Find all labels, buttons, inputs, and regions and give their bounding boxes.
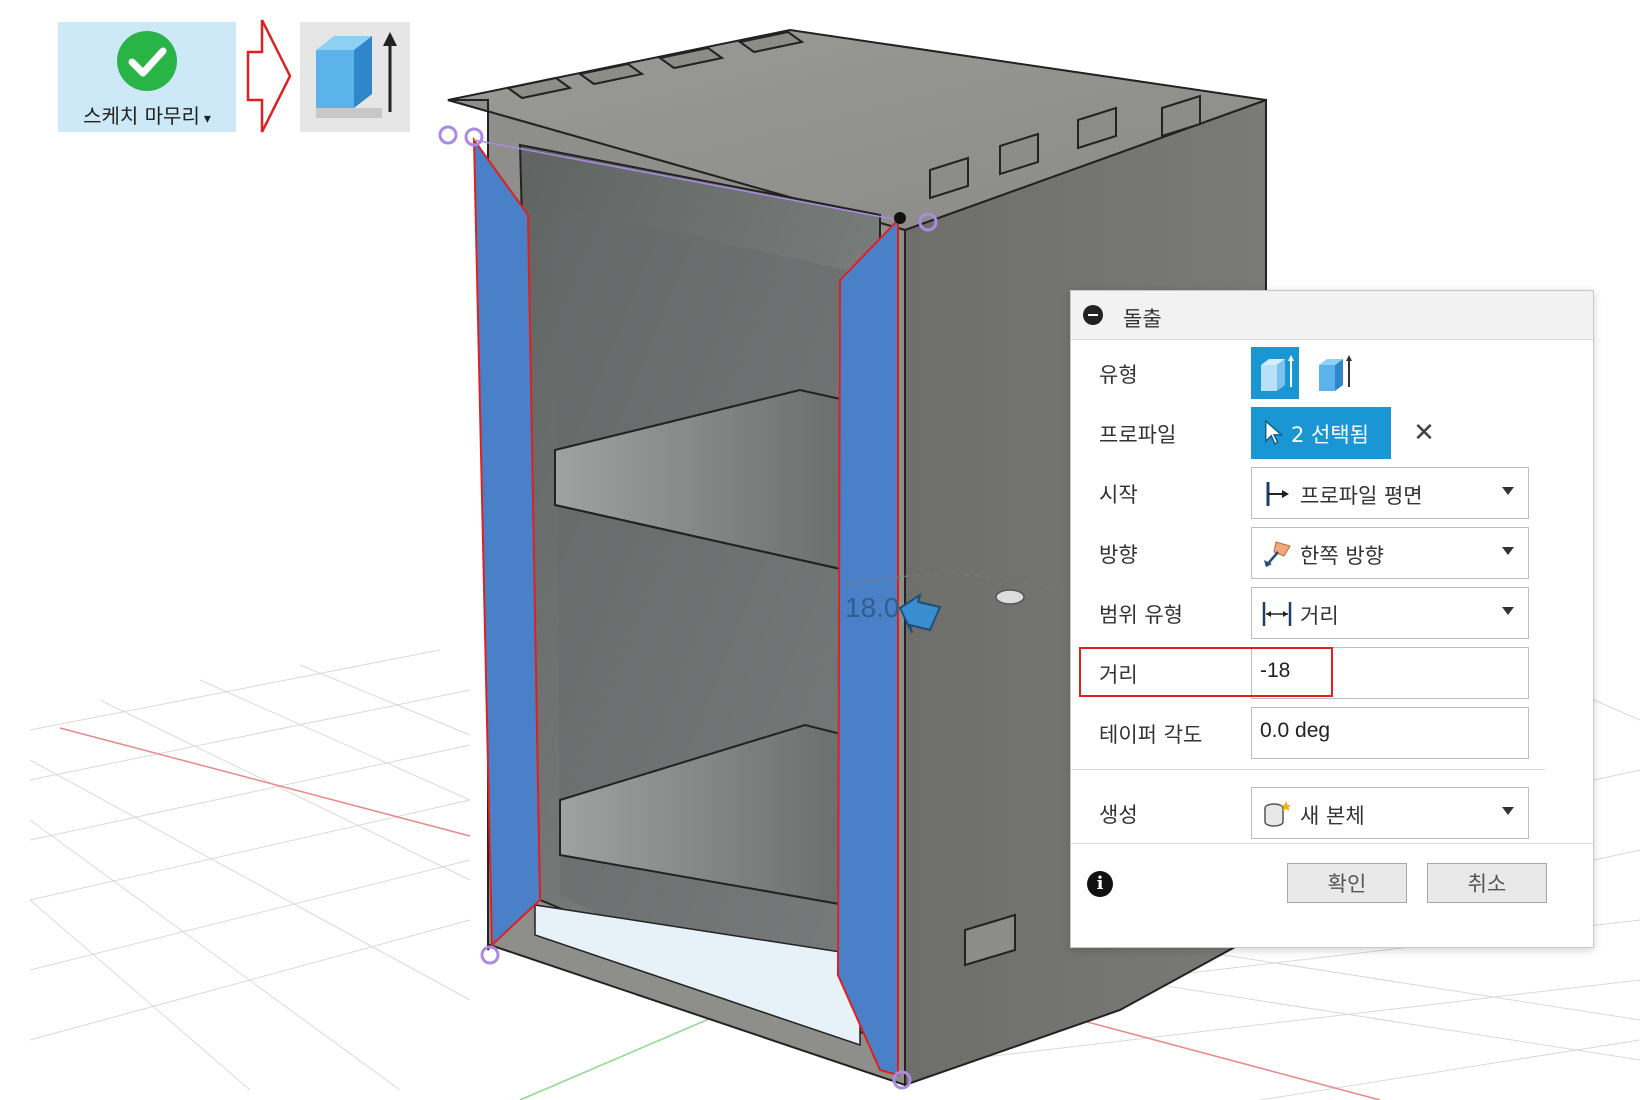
finish-sketch-button[interactable]: 스케치 마무리 ▾ [58, 22, 236, 132]
arrow-right-outline-icon [246, 19, 292, 133]
extrude-tool-button[interactable] [300, 22, 410, 132]
direction-label: 방향 [1099, 543, 1138, 567]
operation-label: 생성 [1099, 803, 1138, 827]
cancel-button[interactable]: 취소 [1427, 863, 1547, 903]
type-thin-button[interactable] [1309, 347, 1357, 399]
dropdown-caret-icon [1502, 547, 1514, 555]
type-solid-button[interactable] [1251, 347, 1299, 399]
start-value: 프로파일 평면 [1300, 484, 1423, 508]
operation-select[interactable]: 새 본체 [1251, 787, 1529, 839]
start-label: 시작 [1099, 483, 1138, 507]
taper-angle-field[interactable] [1251, 707, 1529, 759]
operation-value: 새 본체 [1300, 804, 1365, 828]
profile-selection-text: 2 선택됨 [1291, 423, 1369, 447]
extent-type-select[interactable]: 거리 [1251, 587, 1529, 639]
profile-label: 프로파일 [1099, 423, 1177, 447]
finish-sketch-label: 스케치 마무리 [83, 104, 200, 128]
info-icon[interactable]: i [1087, 871, 1113, 897]
collapse-icon[interactable] [1083, 305, 1103, 325]
extrude-icon [1261, 355, 1294, 391]
dimension-value-label: 18.0 [845, 592, 900, 623]
new-body-icon [1264, 801, 1291, 827]
extent-type-value: 거리 [1300, 604, 1339, 628]
manipulator-dot[interactable] [995, 589, 1025, 605]
thin-extrude-icon [1319, 355, 1352, 391]
dropdown-caret-icon [1502, 607, 1514, 615]
dialog-header[interactable]: 돌출 [1071, 291, 1593, 340]
extent-type-label: 범위 유형 [1099, 603, 1183, 627]
dropdown-caret-icon: ▾ [203, 111, 211, 127]
dialog-title: 돌출 [1123, 307, 1162, 331]
check-circle-icon [117, 31, 177, 91]
extrude-icon [316, 32, 397, 118]
dropdown-caret-icon [1502, 487, 1514, 495]
ok-button[interactable]: 확인 [1287, 863, 1407, 903]
type-label: 유형 [1099, 363, 1138, 387]
direction-select[interactable]: 한쪽 방향 [1251, 527, 1529, 579]
selected-profile-right[interactable] [836, 217, 899, 1077]
profile-selection-button[interactable]: 2 선택됨 [1251, 407, 1391, 459]
distance-icon [1262, 602, 1292, 626]
direction-value: 한쪽 방향 [1300, 544, 1384, 568]
distance-highlight-box [1079, 647, 1333, 697]
taper-angle-input[interactable] [1258, 718, 1512, 744]
extrude-dialog: 돌출 유형 프로파일 2 선택됨 ✕ 시작 프로파일 평면 방향 한쪽 방향 범… [1070, 290, 1594, 948]
close-icon[interactable]: ✕ [1409, 415, 1439, 451]
cursor-icon [1265, 419, 1284, 446]
divider [1071, 769, 1545, 770]
start-select[interactable]: 프로파일 평면 [1251, 467, 1529, 519]
start-plane-icon [1266, 482, 1289, 506]
footer-divider [1071, 843, 1593, 844]
direction-icon [1264, 541, 1291, 567]
dropdown-caret-icon [1502, 807, 1514, 815]
taper-angle-label: 테이퍼 각도 [1099, 723, 1203, 747]
